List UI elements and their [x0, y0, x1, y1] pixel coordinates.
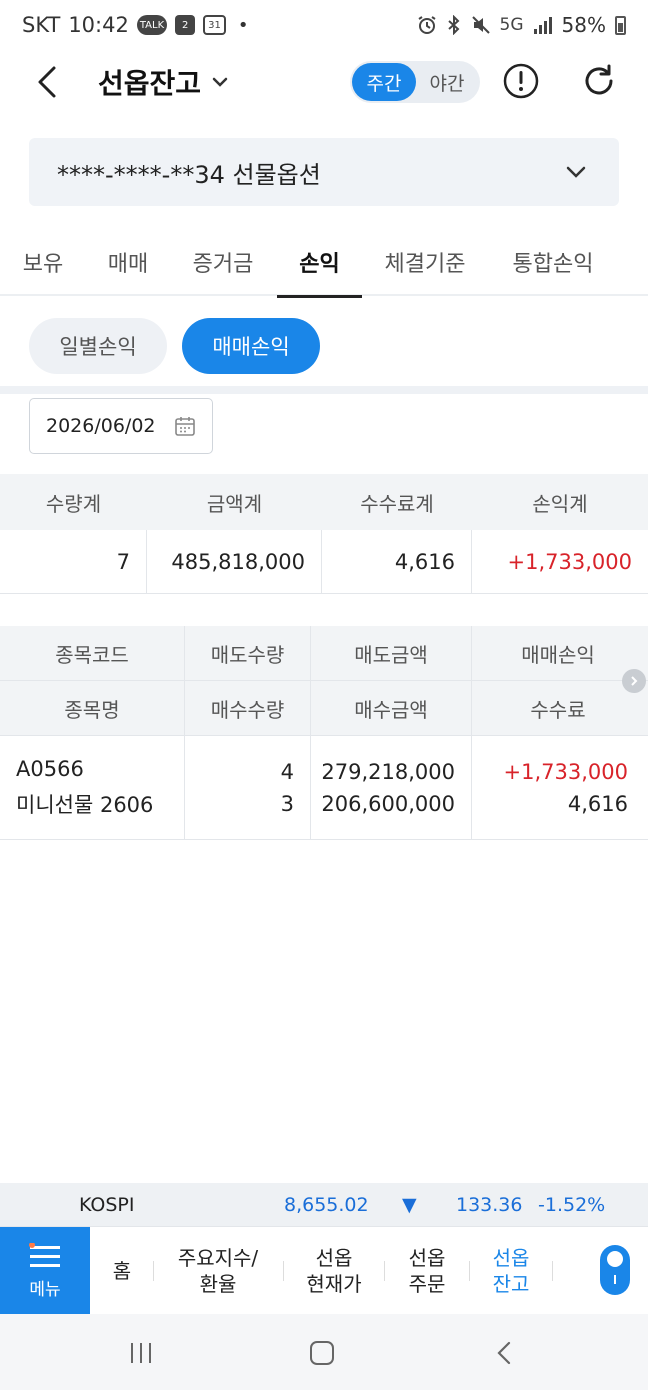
summary-header-fee: 수수료계: [360, 491, 434, 516]
calendar-notification-icon: 31: [203, 15, 226, 35]
header-item-name: 종목명: [0, 681, 185, 735]
qty-cell: 4 3: [185, 736, 311, 839]
quick-toggle-icon[interactable]: [600, 1245, 630, 1295]
index-ticker[interactable]: KOSPI 8,655.02 ▼ 133.36 -1.52%: [0, 1183, 648, 1226]
summary-header-qty: 수량계: [45, 491, 102, 516]
system-navigation-bar: [0, 1314, 648, 1390]
fee: 4,616: [567, 791, 628, 816]
bluetooth-icon: [447, 15, 460, 35]
network-type: 5G: [499, 15, 524, 35]
summary-fee: 4,616: [322, 530, 472, 593]
badge-notification-icon: 2: [175, 15, 196, 35]
header-buy-amount: 매수금액: [311, 681, 472, 735]
account-selector[interactable]: ****-****-**34 선물옵션: [29, 138, 619, 206]
buy-qty: 3: [280, 791, 294, 816]
section-divider: [0, 386, 648, 394]
nav-fo-order[interactable]: 선옵 주문: [390, 1227, 464, 1315]
pl-cell: +1,733,000 4,616: [472, 736, 644, 839]
amount-cell: 279,218,000 206,600,000: [311, 736, 472, 839]
summary-header-amount: 금액계: [206, 491, 263, 516]
summary-pl: +1,733,000: [507, 549, 632, 574]
tab-bar: 보유 매매 증거금 손익 체결기준 통합손익: [0, 228, 648, 298]
carrier-label: SKT: [22, 13, 61, 37]
date-picker[interactable]: 2026/06/02: [29, 398, 213, 454]
index-change-pct: -1.52%: [538, 1193, 606, 1216]
menu-button[interactable]: 메뉴: [0, 1227, 90, 1315]
tab-margin[interactable]: 증거금: [180, 228, 266, 296]
header-sell-amount: 매도금액: [311, 626, 472, 680]
nav-fo-balance[interactable]: 선옵 잔고: [474, 1227, 548, 1315]
tab-holdings[interactable]: 보유: [8, 228, 78, 296]
tab-execution-basis[interactable]: 체결기준: [376, 228, 474, 296]
down-arrow-icon: ▼: [402, 1193, 417, 1216]
trade-pl-button[interactable]: 매매손익: [182, 318, 320, 374]
refresh-icon[interactable]: [580, 62, 618, 100]
app-header: 선옵잔고 주간 야간: [0, 50, 648, 116]
summary-qty: 7: [0, 530, 147, 593]
header-fee: 수수료: [530, 697, 586, 722]
battery-percent: 58%: [561, 13, 606, 37]
page-title-dropdown[interactable]: 선옵잔고: [98, 62, 229, 102]
sell-qty: 4: [280, 759, 294, 784]
header-sell-qty: 매도수량: [185, 626, 311, 680]
hamburger-icon: [29, 1242, 60, 1267]
chevron-down-icon: [212, 77, 228, 87]
back-arrow-icon[interactable]: [28, 62, 68, 102]
mute-icon: [471, 16, 490, 34]
recent-apps-icon[interactable]: [128, 1340, 154, 1366]
bottom-nav: 메뉴 홈 주요지수/ 환율 선옵 현재가 선옵 주문 선옵 잔고: [0, 1226, 648, 1315]
item-name: 미니선물 2606: [16, 792, 154, 817]
detail-header-row-2: 종목명 매수수량 매수금액 수수료: [0, 681, 648, 736]
tab-integrated-pl[interactable]: 통합손익: [500, 228, 606, 296]
index-value: 8,655.02: [284, 1193, 369, 1216]
day-session-option[interactable]: 주간: [352, 63, 416, 101]
nav-separator: [384, 1261, 385, 1281]
account-label: ****-****-**34 선물옵션: [57, 160, 321, 189]
more-notifications-dot: •: [237, 14, 249, 36]
info-icon[interactable]: [502, 62, 540, 100]
session-toggle[interactable]: 주간 야간: [350, 61, 480, 103]
summary-amount: 485,818,000: [147, 530, 322, 593]
summary-header-row: 수량계 금액계 수수료계 손익계: [0, 474, 648, 530]
detail-header-row-1: 종목코드 매도수량 매도금액 매매손익: [0, 626, 648, 681]
calendar-icon: [175, 417, 195, 436]
daily-pl-button[interactable]: 일별손익: [29, 318, 167, 374]
sell-amount: 279,218,000: [321, 759, 455, 784]
alarm-icon: [417, 16, 436, 34]
status-bar: SKT 10:42 TALK 2 31 • 5G 58%: [0, 0, 648, 50]
date-value: 2026/06/02: [46, 415, 156, 437]
summary-row: 7 485,818,000 4,616 +1,733,000: [0, 530, 648, 594]
kakaotalk-notification-icon: TALK: [136, 15, 168, 35]
header-trade-pl: 매매손익: [521, 642, 595, 667]
chevron-down-icon: [566, 166, 586, 178]
index-name: KOSPI: [79, 1193, 135, 1216]
signal-icon: [533, 17, 552, 34]
nav-indices-fx[interactable]: 주요지수/ 환율: [160, 1227, 276, 1315]
tab-profit-loss[interactable]: 손익: [277, 228, 362, 298]
item-cell: A0566 미니선물 2606: [0, 736, 185, 839]
page-title: 선옵잔고: [98, 67, 202, 100]
nav-separator: [283, 1261, 284, 1281]
battery-icon: [615, 15, 626, 35]
system-back-icon[interactable]: [492, 1340, 518, 1366]
night-session-option[interactable]: 야간: [416, 63, 478, 101]
index-change: 133.36: [456, 1193, 523, 1216]
nav-home[interactable]: 홈: [96, 1227, 148, 1315]
tab-trades[interactable]: 매매: [92, 228, 164, 296]
scroll-right-icon[interactable]: [622, 669, 646, 693]
buy-amount: 206,600,000: [321, 791, 455, 816]
nav-fo-quote[interactable]: 선옵 현재가: [290, 1227, 378, 1315]
trade-pl: +1,733,000: [503, 759, 628, 784]
nav-separator: [153, 1261, 154, 1281]
header-buy-qty: 매수수량: [185, 681, 311, 735]
menu-label: 메뉴: [29, 1279, 61, 1300]
nav-separator: [469, 1261, 470, 1281]
item-code: A0566: [16, 756, 84, 781]
table-row[interactable]: A0566 미니선물 2606 4 3 279,218,000 206,600,…: [0, 736, 648, 840]
header-item-code: 종목코드: [0, 626, 185, 680]
summary-header-pl: 손익계: [532, 491, 588, 516]
home-icon[interactable]: [309, 1340, 335, 1366]
nav-separator: [552, 1261, 553, 1281]
clock: 10:42: [68, 13, 129, 37]
